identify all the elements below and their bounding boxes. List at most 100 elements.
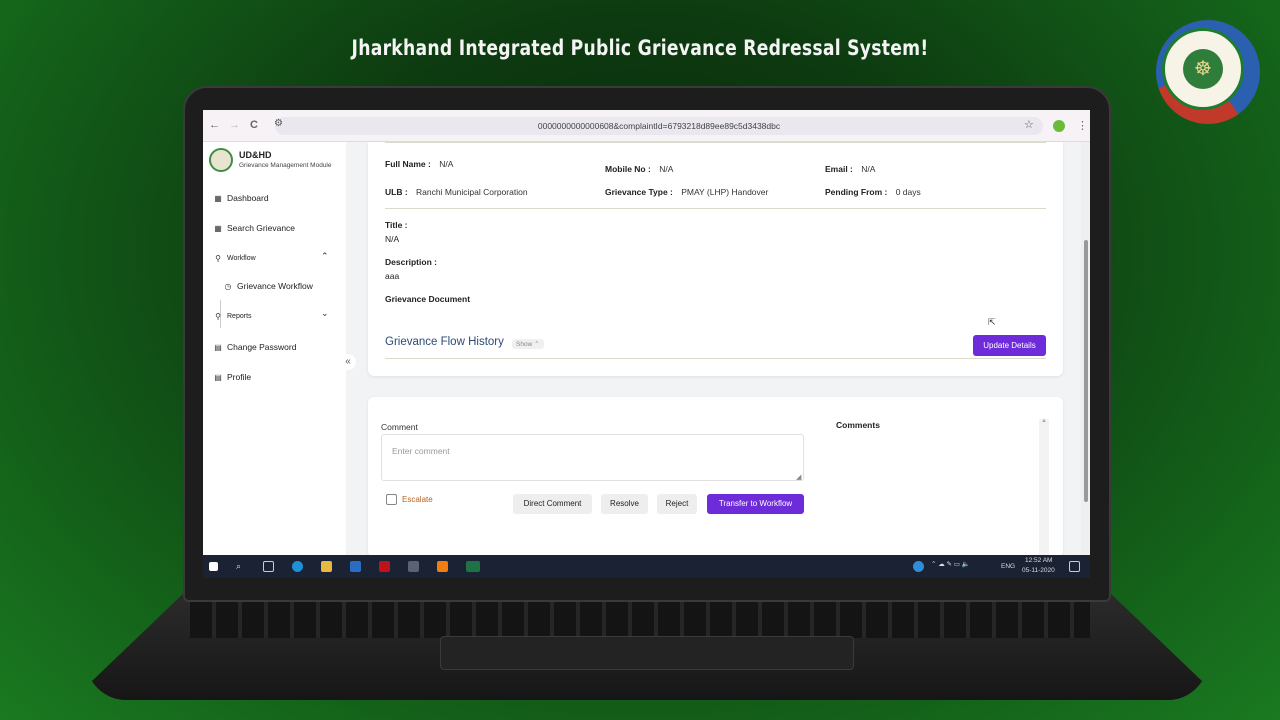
sidebar-item-label: Workflow xyxy=(227,254,256,262)
ulb-field: ULB : Ranchi Municipal Corporation xyxy=(385,187,528,197)
grievance-flow-history-title: Grievance Flow History xyxy=(385,336,504,348)
windows-start-icon[interactable] xyxy=(209,562,218,571)
language-indicator[interactable]: ENG xyxy=(1001,563,1015,570)
full-name-value: N/A xyxy=(439,159,454,169)
browser-toolbar: ← → C ⚙ 0000000000000608&complaintId=679… xyxy=(203,110,1090,142)
laptop-touchpad xyxy=(440,636,854,670)
title-value: N/A xyxy=(385,234,400,244)
word-icon[interactable] xyxy=(350,561,361,572)
sidebar-item-label: Reports xyxy=(227,312,252,320)
sidebar: UD&HD Grievance Management Module ▦ Dash… xyxy=(203,142,346,555)
brand-title: UD&HD xyxy=(239,150,272,160)
sidebar-item-label: Profile xyxy=(227,372,252,382)
emblem-core-icon: ☸ xyxy=(1183,49,1223,89)
grievance-document-label: Grievance Document xyxy=(385,294,471,304)
comment-card: Comment Enter comment ◢ Escalate Direct … xyxy=(368,397,1063,557)
email-field: Email : N/A xyxy=(825,164,875,174)
escalate-checkbox[interactable] xyxy=(386,494,397,505)
netflix-icon[interactable] xyxy=(379,561,390,572)
chevron-up-icon[interactable]: ⌃ xyxy=(321,251,329,262)
page-scrollbar-thumb[interactable] xyxy=(1084,240,1088,502)
sidebar-item-label: Search Grievance xyxy=(227,223,296,233)
grid-icon: ▦ xyxy=(214,193,222,203)
mouse-cursor-icon: ⇱ xyxy=(988,317,996,327)
notification-icon[interactable] xyxy=(1069,561,1080,572)
sidebar-item-label: Grievance Workflow xyxy=(237,281,313,291)
file-explorer-icon[interactable] xyxy=(321,561,332,572)
sidebar-item-workflow[interactable]: ⚲ Workflow xyxy=(214,251,256,265)
sidebar-item-profile[interactable]: ▤ Profile xyxy=(214,370,251,384)
user-flow-icon: ⚲ xyxy=(215,311,221,321)
chevron-down-icon[interactable]: ⌄ xyxy=(321,308,329,319)
sidebar-collapse-button[interactable]: « xyxy=(340,354,356,370)
sidebar-item-grievance-workflow[interactable]: ◷ Grievance Workflow xyxy=(224,279,313,293)
laptop-keyboard xyxy=(190,598,1090,638)
reload-icon[interactable]: C xyxy=(250,119,258,131)
sidebar-item-label: Dashboard xyxy=(227,193,269,203)
grievance-type-value: PMAY (LHP) Handover xyxy=(681,187,769,197)
document-icon: ▤ xyxy=(214,372,222,382)
divider xyxy=(385,142,1046,143)
laptop-screen: ← → C ⚙ 0000000000000608&complaintId=679… xyxy=(203,110,1090,578)
user-flow-icon: ⚲ xyxy=(215,253,221,263)
app-icon[interactable] xyxy=(408,561,419,572)
forward-icon[interactable]: → xyxy=(229,119,240,131)
grievance-type-label: Grievance Type : xyxy=(605,187,673,197)
back-icon[interactable]: ← xyxy=(209,119,220,131)
pending-from-field: Pending From : 0 days xyxy=(825,187,921,197)
history-show-toggle[interactable]: Show ⌃ xyxy=(512,339,544,349)
mobile-label: Mobile No : xyxy=(605,164,651,174)
clock-time[interactable]: 12:52 AM xyxy=(1025,557,1052,564)
sidebar-item-dashboard[interactable]: ▦ Dashboard xyxy=(214,191,269,205)
transfer-to-workflow-button[interactable]: Transfer to Workflow xyxy=(707,494,804,514)
update-details-button[interactable]: Update Details xyxy=(973,335,1046,356)
title-label: Title : xyxy=(385,220,408,230)
windows-taskbar: ⌕ ⌃ ☁ ✎ ▭ 🔈 ENG 12:52 AM 05-11-2020 xyxy=(203,555,1090,578)
sidebar-item-reports[interactable]: ⚲ Reports xyxy=(214,309,252,323)
grievance-details-card: Full Name : N/A Mobile No : N/A Email : … xyxy=(368,142,1063,376)
divider xyxy=(385,208,1046,209)
resize-handle-icon[interactable]: ◢ xyxy=(796,473,801,481)
description-value: aaa xyxy=(385,271,400,281)
task-view-icon[interactable] xyxy=(263,561,274,572)
profile-avatar[interactable] xyxy=(1053,120,1065,132)
edge-browser-icon[interactable] xyxy=(292,561,303,572)
page-banner-title: Jharkhand Integrated Public Grievance Re… xyxy=(351,36,929,60)
mobile-value: N/A xyxy=(659,164,674,174)
sidebar-item-search-grievance[interactable]: ▦ Search Grievance xyxy=(214,221,295,235)
brand-logo xyxy=(209,148,233,172)
brand: UD&HD Grievance Management Module xyxy=(209,148,349,178)
mobile-field: Mobile No : N/A xyxy=(605,164,673,174)
pending-from-value: 0 days xyxy=(895,187,921,197)
browser-menu-icon[interactable]: ⋮ xyxy=(1077,119,1088,132)
excel-icon[interactable] xyxy=(466,561,480,572)
email-value: N/A xyxy=(861,164,876,174)
comment-label: Comment xyxy=(381,422,418,432)
divider xyxy=(385,358,1046,359)
clock-date[interactable]: 05-11-2020 xyxy=(1022,567,1055,574)
direct-comment-button[interactable]: Direct Comment xyxy=(513,494,592,514)
document-icon: ▤ xyxy=(214,342,222,352)
resolve-button[interactable]: Resolve xyxy=(601,494,648,514)
comments-title: Comments xyxy=(836,420,880,430)
reject-button[interactable]: Reject xyxy=(657,494,697,514)
bookmark-star-icon[interactable]: ☆ xyxy=(1024,118,1034,131)
state-emblem-logo: ☸ xyxy=(1156,20,1260,124)
clock-icon: ◷ xyxy=(224,281,232,291)
tray-icons[interactable]: ⌃ ☁ ✎ ▭ 🔈 xyxy=(931,560,970,568)
ulb-label: ULB : xyxy=(385,187,408,197)
comments-scrollbar[interactable] xyxy=(1039,419,1049,557)
grid-icon: ▦ xyxy=(214,223,222,233)
search-icon[interactable]: ⌕ xyxy=(236,561,247,572)
sidebar-item-label: Change Password xyxy=(227,342,297,352)
email-label: Email : xyxy=(825,164,853,174)
comment-textarea[interactable]: Enter comment xyxy=(381,434,804,481)
sidebar-item-change-password[interactable]: ▤ Change Password xyxy=(214,340,296,354)
address-bar[interactable]: 0000000000000608&complaintId=6793218d89e… xyxy=(275,117,1043,135)
help-icon[interactable] xyxy=(913,561,924,572)
site-settings-icon[interactable]: ⚙ xyxy=(274,118,283,129)
vlc-icon[interactable] xyxy=(437,561,448,572)
scroll-up-icon[interactable]: ▲ xyxy=(1041,418,1047,424)
pending-from-label: Pending From : xyxy=(825,187,888,197)
full-name-label: Full Name : xyxy=(385,159,431,169)
